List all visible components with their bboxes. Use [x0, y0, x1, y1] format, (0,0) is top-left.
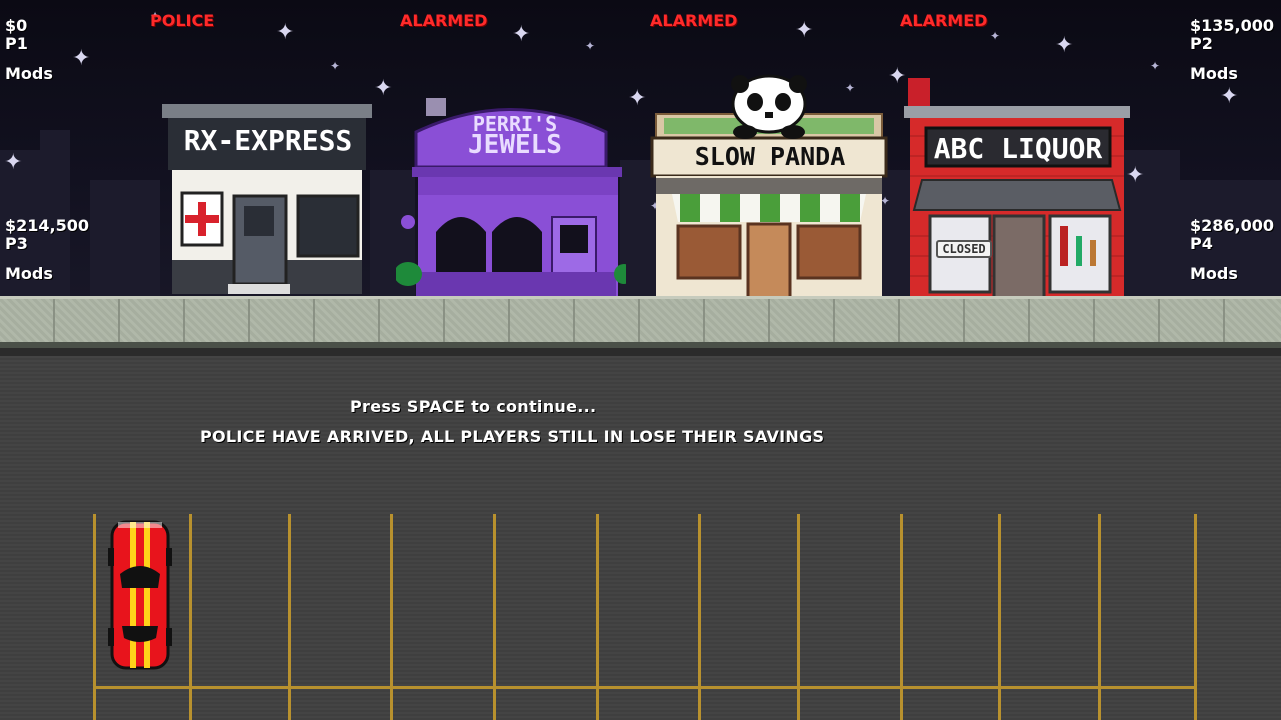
sidewalk	[0, 296, 1281, 348]
star-icon: ✦	[1220, 84, 1239, 109]
parking-line	[1194, 514, 1197, 720]
parking-line	[998, 514, 1001, 720]
star-icon: ✦	[795, 18, 814, 43]
store-status-perris-jewels: ALARMED	[400, 11, 488, 30]
player-4-mods[interactable]: Mods	[1190, 265, 1274, 283]
player-2-money: $135,000	[1190, 16, 1275, 35]
closed-sign: CLOSED	[936, 240, 992, 258]
player-2-label: P2	[1190, 34, 1213, 53]
star-icon: ✦	[512, 22, 531, 47]
player-2-mods[interactable]: Mods	[1190, 65, 1274, 83]
event-message: POLICE HAVE ARRIVED, ALL PLAYERS STILL I…	[200, 427, 825, 446]
store-status-rx-express: POLICE	[150, 11, 215, 30]
store-status-slow-panda: ALARMED	[650, 11, 738, 30]
player-1-mods[interactable]: Mods	[5, 65, 53, 83]
store-sign-slow-panda: SLOW PANDA	[694, 142, 846, 171]
player-3-money: $214,500	[5, 216, 90, 235]
parking-line	[1098, 514, 1101, 720]
player-4-label: P4	[1190, 234, 1213, 253]
star-icon: ✦	[1150, 59, 1161, 73]
star-icon: ✦	[585, 39, 596, 53]
star-icon: ✦	[276, 20, 295, 45]
store-sign-jewels: JEWELS	[468, 130, 562, 160]
star-icon: ✦	[374, 76, 393, 101]
player-3-label: P3	[5, 234, 28, 253]
parking-lot	[0, 356, 1281, 720]
parking-line	[698, 514, 701, 720]
store-abc-liquor[interactable]	[904, 76, 1132, 298]
parking-line	[93, 514, 96, 720]
star-icon: ✦	[1055, 33, 1074, 58]
player-car[interactable]	[108, 518, 172, 672]
parking-lot-back-line	[93, 686, 1197, 689]
parking-line	[596, 514, 599, 720]
parking-line	[493, 514, 496, 720]
player-4-money: $286,000	[1190, 216, 1275, 235]
star-icon: ✦	[990, 29, 1001, 43]
player-1-hud: $0 P1 Mods	[5, 17, 53, 83]
store-sign-abc-liquor: ABC LIQUOR	[933, 132, 1103, 165]
store-sign-rx-express: RX-EXPRESS	[183, 124, 353, 157]
player-2-hud: $135,000 P2 Mods	[1190, 17, 1274, 83]
star-icon: ✦	[72, 46, 91, 71]
player-4-hud: $286,000 P4 Mods	[1190, 217, 1274, 283]
parking-line	[288, 514, 291, 720]
store-slow-panda[interactable]	[650, 74, 888, 298]
curb	[0, 348, 1281, 356]
player-3-mods[interactable]: Mods	[5, 265, 89, 283]
parking-line	[797, 514, 800, 720]
star-icon: ✦	[4, 150, 23, 175]
store-status-abc-liquor: ALARMED	[900, 11, 988, 30]
player-1-money: $0	[5, 16, 28, 35]
parking-line	[390, 514, 393, 720]
player-3-hud: $214,500 P3 Mods	[5, 217, 89, 283]
player-1-label: P1	[5, 34, 28, 53]
star-icon: ✦	[628, 86, 647, 111]
continue-prompt: Press SPACE to continue...	[350, 397, 597, 416]
parking-line	[189, 514, 192, 720]
parking-line	[900, 514, 903, 720]
star-icon: ✦	[330, 59, 341, 73]
